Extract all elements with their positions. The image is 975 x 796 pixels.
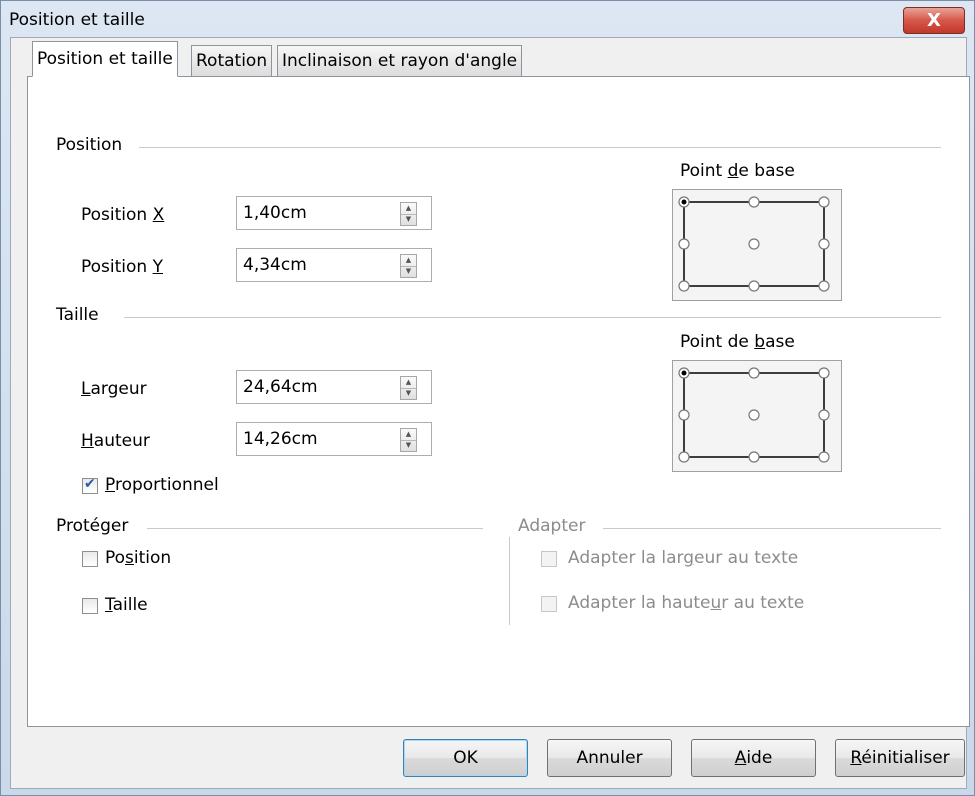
proportional-checkbox[interactable]	[82, 476, 98, 494]
spin-down-icon[interactable]: ▼	[401, 266, 416, 277]
position-section-divider	[139, 147, 941, 148]
size-section-label: Taille	[56, 305, 99, 325]
height-input[interactable]	[237, 423, 399, 455]
tab-rotation[interactable]: Rotation	[191, 45, 273, 76]
fit-height-checkbox[interactable]	[541, 596, 557, 612]
protect-position-checkbox[interactable]	[82, 551, 98, 567]
fit-width-label: Adapter la largeur au texte	[568, 548, 799, 568]
position-base-point-grid[interactable]	[672, 189, 842, 301]
spin-down-icon[interactable]: ▼	[401, 214, 416, 225]
base-point-center[interactable]	[748, 409, 760, 421]
tab-label: Rotation	[196, 51, 268, 71]
reset-button[interactable]: Réinitialiser	[835, 739, 965, 777]
position-y-label: Position Y	[81, 257, 163, 277]
protect-section-label: Protéger	[56, 516, 129, 536]
adapt-vertical-divider	[509, 537, 510, 625]
base-point-bottom-right[interactable]	[818, 280, 830, 292]
base-point-bottom-left[interactable]	[678, 280, 690, 292]
spin-down-icon[interactable]: ▼	[401, 440, 416, 451]
base-point-center[interactable]	[748, 238, 760, 250]
tab-label: Position et taille	[37, 49, 173, 69]
size-base-point-grid[interactable]	[672, 360, 842, 472]
position-x-field[interactable]: ▲ ▼	[236, 196, 432, 230]
cancel-button[interactable]: Annuler	[547, 739, 672, 777]
size-base-point-label: Point de base	[680, 332, 795, 352]
tab-label: Inclinaison et rayon d'angle	[282, 51, 518, 71]
base-point-selected-dot	[681, 199, 687, 205]
position-x-label: Position X	[81, 205, 165, 225]
base-point-top-right[interactable]	[818, 367, 830, 379]
size-section-divider	[124, 317, 941, 318]
width-spinner[interactable]: ▲ ▼	[400, 376, 417, 400]
adapt-section-divider	[603, 528, 941, 529]
base-point-bottom-center[interactable]	[748, 280, 760, 292]
fit-height-label: Adapter la hauteur au texte	[568, 593, 805, 613]
base-point-bottom-left[interactable]	[678, 451, 690, 463]
close-button[interactable]: X	[903, 7, 965, 34]
fit-width-checkbox[interactable]	[541, 551, 557, 567]
adapt-section-label: Adapter	[518, 516, 586, 536]
position-y-spinner[interactable]: ▲ ▼	[400, 254, 417, 278]
base-point-middle-right[interactable]	[818, 238, 830, 250]
position-x-spinner[interactable]: ▲ ▼	[400, 202, 417, 226]
proportional-label: Proportionnel	[105, 475, 219, 495]
base-point-bottom-right[interactable]	[818, 451, 830, 463]
ok-button[interactable]: OK	[403, 739, 528, 777]
close-icon: X	[927, 10, 941, 31]
spin-down-icon[interactable]: ▼	[401, 388, 416, 399]
base-point-top-center[interactable]	[748, 196, 760, 208]
protect-position-label: Position	[105, 548, 172, 568]
base-point-grid-drawing	[678, 196, 830, 292]
width-input[interactable]	[237, 371, 399, 403]
width-field[interactable]: ▲ ▼	[236, 370, 432, 404]
base-point-middle-right[interactable]	[818, 409, 830, 421]
tab-position-et-taille[interactable]: Position et taille	[32, 41, 178, 77]
position-base-point-label: Point de base	[680, 161, 795, 181]
position-section-label: Position	[56, 135, 123, 155]
base-point-middle-left[interactable]	[678, 238, 690, 250]
title-bar: Position et taille X	[1, 1, 974, 37]
width-label: Largeur	[81, 379, 147, 399]
base-point-grid-drawing	[678, 367, 830, 463]
base-point-middle-left[interactable]	[678, 409, 690, 421]
base-point-top-right[interactable]	[818, 196, 830, 208]
position-y-field[interactable]: ▲ ▼	[236, 248, 432, 282]
position-x-input[interactable]	[237, 197, 399, 229]
protect-size-checkbox[interactable]	[82, 598, 98, 614]
window-title: Position et taille	[9, 10, 145, 30]
height-label: Hauteur	[81, 431, 150, 451]
base-point-bottom-center[interactable]	[748, 451, 760, 463]
help-button[interactable]: Aide	[691, 739, 816, 777]
height-field[interactable]: ▲ ▼	[236, 422, 432, 456]
protect-size-label: Taille	[105, 595, 148, 615]
height-spinner[interactable]: ▲ ▼	[400, 428, 417, 452]
tab-inclinaison[interactable]: Inclinaison et rayon d'angle	[277, 45, 523, 76]
base-point-top-center[interactable]	[748, 367, 760, 379]
position-y-input[interactable]	[237, 249, 399, 281]
protect-section-divider	[147, 528, 483, 529]
base-point-selected-dot	[681, 370, 687, 376]
dialog-window: Position et taille X Position et taille …	[0, 0, 975, 796]
